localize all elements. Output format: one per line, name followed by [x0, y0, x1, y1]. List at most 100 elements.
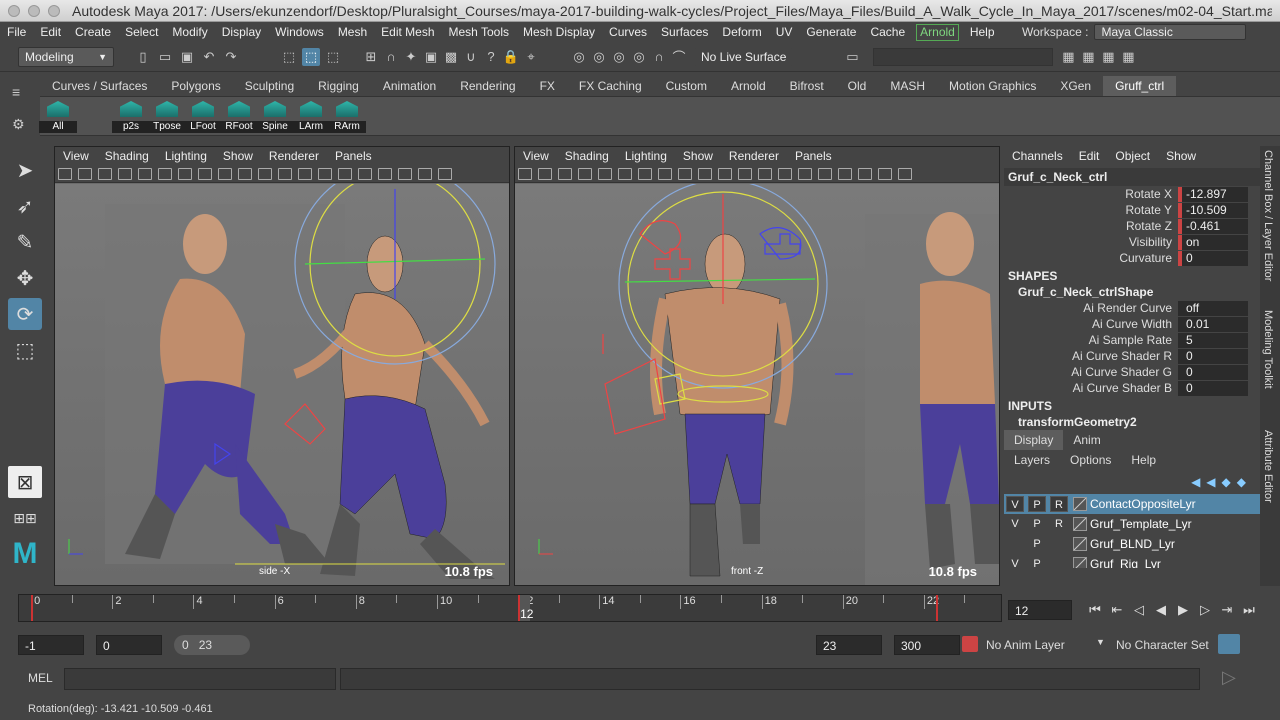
layer-toggle-v[interactable]: V	[1006, 496, 1024, 512]
shelf-button-spine[interactable]: Spine	[256, 99, 294, 133]
go-to-end-icon[interactable]: ⏭	[1238, 600, 1260, 620]
menu-create[interactable]: Create	[68, 22, 118, 42]
layer-toggle-r[interactable]	[1050, 536, 1068, 552]
layer-toggle-p[interactable]: P	[1028, 516, 1046, 532]
end-time-field[interactable]: 300	[894, 635, 960, 655]
layer-name[interactable]: Gruf_Template_Lyr	[1090, 517, 1192, 531]
channel-value[interactable]: 0	[1178, 380, 1248, 396]
redo-icon[interactable]: ↷	[222, 48, 240, 66]
auto-key-icon[interactable]	[962, 636, 978, 652]
snap-view-icon[interactable]: ▣	[422, 48, 440, 66]
render-icon[interactable]: ▭	[843, 48, 861, 66]
step-back-key-icon[interactable]: ⇤	[1106, 600, 1128, 620]
layer-row[interactable]: V P Gruf_Rig_Lyr	[1004, 554, 1260, 568]
command-input[interactable]	[64, 668, 336, 690]
channel-value[interactable]: -10.509	[1178, 202, 1248, 218]
viewport-front-menu-lighting[interactable]: Lighting	[617, 147, 675, 165]
shadows-icon[interactable]	[838, 167, 852, 180]
channel-value[interactable]: -12.897	[1178, 186, 1248, 202]
resolution-gate-icon[interactable]	[678, 167, 692, 180]
select-tool-icon[interactable]: ➤	[8, 154, 42, 186]
history-icon[interactable]: ◎	[570, 48, 588, 66]
layout-single-icon[interactable]: ⊠	[8, 466, 42, 498]
channel-box-object-name[interactable]: Gruf_c_Neck_ctrl	[1004, 168, 1260, 186]
layer-menu-layers[interactable]: Layers	[1004, 450, 1060, 470]
layer-toggle-p[interactable]: P	[1028, 536, 1046, 552]
shelf-tab-mash[interactable]: MASH	[878, 76, 937, 96]
shelf-tab-arnold[interactable]: Arnold	[719, 76, 778, 96]
image-plane-icon[interactable]	[118, 167, 132, 180]
field-chart-icon[interactable]	[718, 167, 732, 180]
shelf-tab-gruff-ctrl[interactable]: Gruff_ctrl	[1103, 76, 1177, 96]
layer-toggle-r[interactable]: R	[1050, 496, 1068, 512]
layer-toggle-v[interactable]: V	[1006, 556, 1024, 568]
shelf-tab-fx-caching[interactable]: FX Caching	[567, 76, 654, 96]
side-tab-modeling-toolkit[interactable]: Modeling Toolkit	[1260, 306, 1276, 426]
layer-name[interactable]: ContactOppositeLyr	[1090, 497, 1196, 511]
channel-rotate-y[interactable]: Rotate Y -10.509	[1004, 202, 1260, 218]
film-gate-icon[interactable]	[198, 167, 212, 180]
shelf-button-larm[interactable]: LArm	[292, 99, 330, 133]
channel-visibility[interactable]: Visibility on	[1004, 234, 1260, 250]
2d-pan-icon[interactable]	[158, 167, 172, 180]
channel-value[interactable]: 0	[1178, 364, 1248, 380]
select-hierarchy-icon[interactable]: ⬚	[280, 48, 298, 66]
layer-toggle-v[interactable]: V	[1006, 516, 1024, 532]
input-node-name[interactable]: transformGeometry2	[1004, 414, 1260, 430]
anim-prefs-icon[interactable]	[1218, 634, 1240, 654]
character-set-dropdown[interactable]: No Character Set	[1116, 638, 1209, 652]
undo-icon[interactable]: ↶	[200, 48, 218, 66]
viewport-side-menu-view[interactable]: View	[55, 147, 97, 165]
snap-pivot-icon[interactable]: ⌖	[522, 48, 540, 66]
viewport-front-scene[interactable]: front -Z 10.8 fps	[515, 179, 999, 585]
channel-value[interactable]: on	[1178, 234, 1248, 250]
time-slider[interactable]: 024681012141618202212	[14, 594, 1002, 628]
channel-curvature[interactable]: Curvature 0	[1004, 250, 1260, 266]
magnet-icon[interactable]: ∩	[650, 48, 668, 66]
select-object-icon[interactable]: ⬚	[302, 47, 320, 66]
toolbox-icon[interactable]: ▦	[1059, 48, 1077, 66]
step-forward-key-icon[interactable]: ⇥	[1216, 600, 1238, 620]
channel-ai-curve-shader-g[interactable]: Ai Curve Shader G 0	[1004, 364, 1260, 380]
layer-name[interactable]: Gruf_Rig_Lyr	[1090, 557, 1161, 568]
field-chart-icon[interactable]	[258, 167, 272, 180]
layer-menu-options[interactable]: Options	[1060, 450, 1121, 470]
layer-toggle-r[interactable]: R	[1050, 516, 1068, 532]
playback-end-field[interactable]: 23	[816, 635, 882, 655]
menu-windows[interactable]: Windows	[268, 22, 331, 42]
menu-deform[interactable]: Deform	[715, 22, 768, 42]
new-layer-selected-icon[interactable]: ◆	[1237, 475, 1246, 489]
menu-curves[interactable]: Curves	[602, 22, 654, 42]
viewport-front-menu-renderer[interactable]: Renderer	[721, 147, 787, 165]
snap-point-icon[interactable]: ✦	[402, 48, 420, 66]
menu-cache[interactable]: Cache	[863, 22, 912, 42]
shelf-tab-motion-graphics[interactable]: Motion Graphics	[937, 76, 1048, 96]
camera-select-icon[interactable]	[58, 167, 72, 180]
menu-modify[interactable]: Modify	[165, 22, 214, 42]
move-layer-down-icon[interactable]: ◀	[1206, 475, 1215, 489]
isolate-icon[interactable]	[878, 167, 892, 180]
xray-icon[interactable]	[398, 167, 412, 180]
menu-mesh-tools[interactable]: Mesh Tools	[442, 22, 516, 42]
layer-toggle-r[interactable]	[1050, 556, 1068, 568]
channel-box-icon[interactable]: ▦	[1079, 48, 1097, 66]
snap-magnet-icon[interactable]: ∪	[462, 48, 480, 66]
shape-node-name[interactable]: Gruf_c_Neck_ctrlShape	[1004, 284, 1260, 300]
lasso-tool-icon[interactable]: ➶	[8, 190, 42, 222]
wireframe-icon[interactable]	[778, 167, 792, 180]
gate-mask-icon[interactable]	[698, 167, 712, 180]
channel-box-menu-show[interactable]: Show	[1158, 147, 1204, 165]
shelf-tab-sculpting[interactable]: Sculpting	[233, 76, 306, 96]
bookmark-icon[interactable]	[558, 167, 572, 180]
new-layer-icon[interactable]: ◆	[1222, 475, 1231, 489]
snap-curve-icon[interactable]: ∩	[382, 48, 400, 66]
layer-toggle-p[interactable]: P	[1028, 556, 1046, 568]
channel-ai-sample-rate[interactable]: Ai Sample Rate 5	[1004, 332, 1260, 348]
start-time-field[interactable]: -1	[18, 635, 84, 655]
image-plane-icon[interactable]	[578, 167, 592, 180]
layer-menu-help[interactable]: Help	[1121, 450, 1166, 470]
menu-surfaces[interactable]: Surfaces	[654, 22, 715, 42]
safe-action-icon[interactable]	[278, 167, 292, 180]
layer-name[interactable]: Gruf_BLND_Lyr	[1090, 537, 1175, 551]
camera-select-icon[interactable]	[518, 167, 532, 180]
